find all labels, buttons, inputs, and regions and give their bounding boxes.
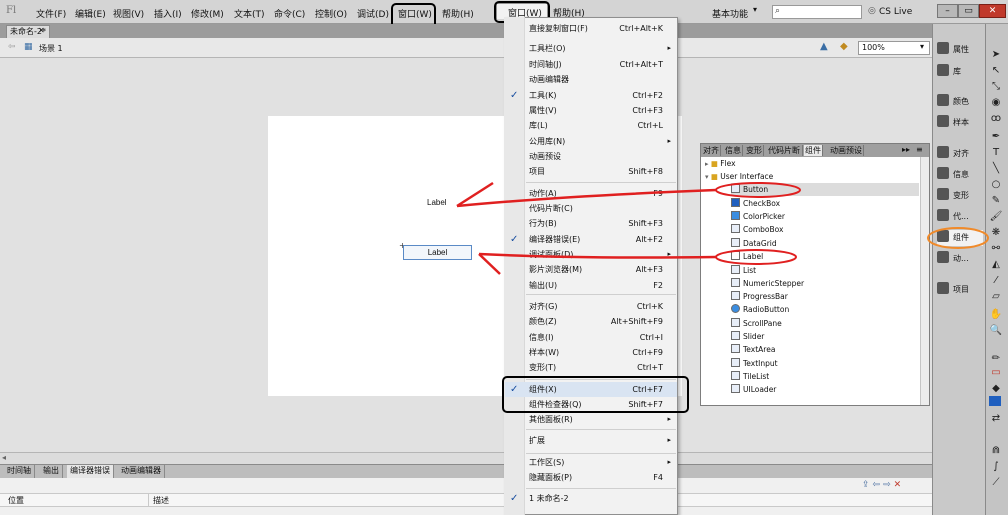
annotation-ellipse-label [715, 249, 797, 265]
annotation-arrow-button [456, 188, 717, 208]
annotation-ellipse-components [927, 227, 989, 249]
annotation-ellipse-button [715, 182, 801, 198]
annotation-overlay [456, 181, 989, 275]
annotation-arrow-label [478, 252, 717, 259]
annotation-arrowhead-label [478, 253, 501, 275]
